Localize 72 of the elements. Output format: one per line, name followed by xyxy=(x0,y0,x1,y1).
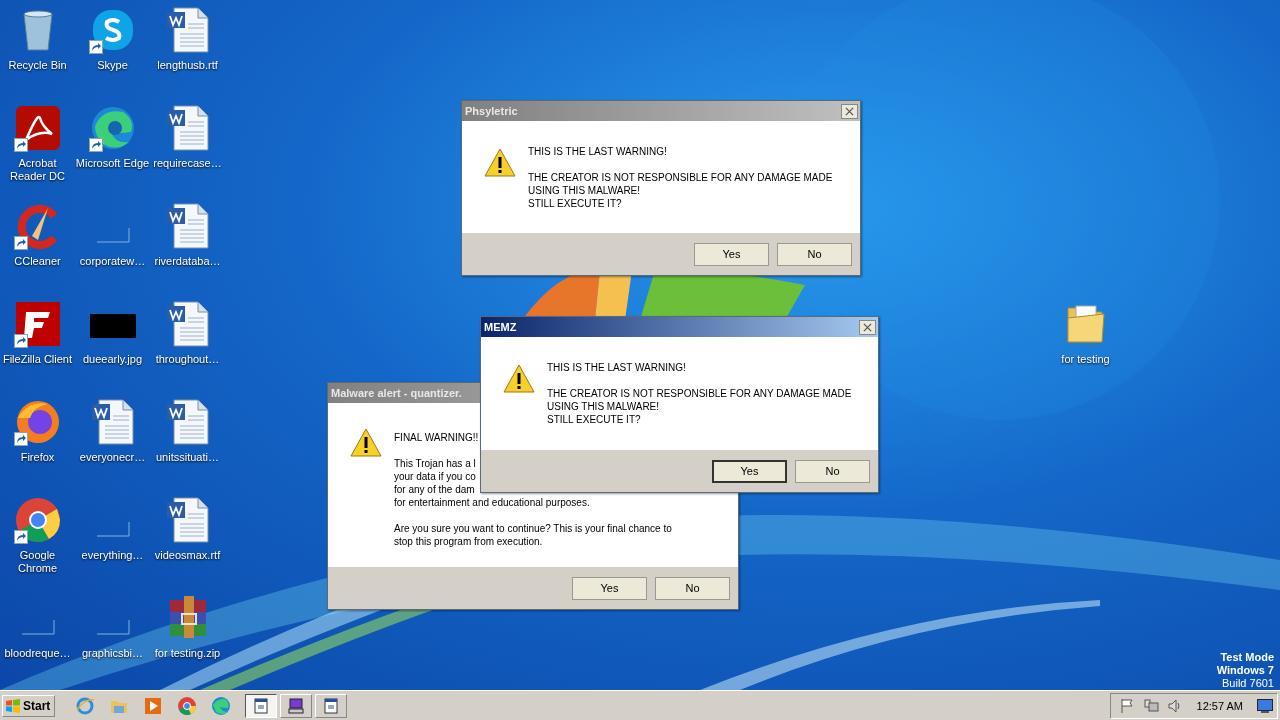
message-text: for entertainment and educational purposes. xyxy=(394,496,590,509)
os-build-text: Build 7601 xyxy=(1222,677,1274,690)
app-icon[interactable] xyxy=(13,300,62,348)
message-text: THIS IS THE LAST WARNING! xyxy=(547,361,686,374)
icon-label[interactable]: FileZilla Client xyxy=(0,353,75,366)
icon-label[interactable]: lengthusb.rtf xyxy=(150,59,225,72)
close-button[interactable] xyxy=(841,103,858,119)
task-button[interactable] xyxy=(245,693,278,718)
dialog-button[interactable]: No xyxy=(795,459,870,483)
icon-label[interactable]: Recycle Bin xyxy=(0,59,75,72)
icon-label[interactable]: everything… xyxy=(75,549,150,562)
pdf-app-icon[interactable] xyxy=(13,104,62,152)
message-text: your data if you co xyxy=(394,470,476,483)
message-text: THE CREATOR IS NOT RESPONSIBLE FOR ANY DAMAGE MADE xyxy=(547,387,852,400)
close-button[interactable] xyxy=(859,319,876,335)
message-text: STILL EXECUTE IT? xyxy=(528,197,622,210)
message-text: FINAL WARNING!! xyxy=(394,431,479,444)
os-build-text: Windows 7 xyxy=(1216,664,1274,677)
icon-label[interactable]: dueearly.jpg xyxy=(75,353,150,366)
show-desktop-icon[interactable] xyxy=(1257,698,1273,713)
icon-label[interactable]: for testing.zip xyxy=(150,647,225,660)
icon-label[interactable]: Skype xyxy=(75,59,150,72)
icon-label[interactable]: Firefox xyxy=(0,451,75,464)
message-text: THIS IS THE LAST WARNING! xyxy=(528,145,667,158)
icon-label[interactable]: unitssituati… xyxy=(150,451,225,464)
dialog-button[interactable]: No xyxy=(777,242,852,266)
icon-label[interactable]: for testing xyxy=(1048,353,1123,366)
dialog-button[interactable]: Yes xyxy=(572,576,647,600)
browser-icon[interactable] xyxy=(177,695,198,716)
close-icon xyxy=(863,322,872,332)
window-title: Malware alert - quantizer. xyxy=(331,387,462,399)
message-text: USING THIS MALWARE! xyxy=(528,184,641,197)
window-title: Phsyletric xyxy=(465,105,518,117)
icon-label[interactable]: bloodreque… xyxy=(0,647,75,660)
dialog-button[interactable]: Yes xyxy=(694,242,769,266)
icon-label[interactable]: throughout… xyxy=(150,353,225,366)
icon-label[interactable]: requirecase… xyxy=(150,157,225,170)
network-icon[interactable] xyxy=(1142,697,1159,714)
warning-icon xyxy=(484,147,516,179)
icon-label[interactable]: videosmax.rtf xyxy=(150,549,225,562)
computer-icon xyxy=(288,697,305,714)
icon-label[interactable]: Acrobat Reader DC xyxy=(0,157,75,183)
close-icon xyxy=(845,106,854,116)
message-text: STILL EXECUTE IT? xyxy=(547,413,641,426)
icon-label[interactable]: graphicsbi… xyxy=(75,647,150,660)
windows-logo-icon xyxy=(5,697,21,714)
message-text: USING THIS MALWARE! xyxy=(547,400,660,413)
message-text: for any of the dam xyxy=(394,483,475,496)
icon-label[interactable]: Google Chrome xyxy=(0,549,75,575)
icon-label[interactable]: corporatew… xyxy=(75,255,150,268)
message-text: Are you sure you want to continue? This is your final chance to xyxy=(394,522,672,535)
os-build-text: Test Mode xyxy=(1220,651,1274,664)
start-button[interactable]: Start xyxy=(2,694,56,717)
window-icon xyxy=(253,697,270,714)
icon-label[interactable]: riverdataba… xyxy=(150,255,225,268)
dialog-button[interactable]: Yes xyxy=(712,459,787,483)
window-title: MEMZ xyxy=(484,321,517,333)
window-icon xyxy=(323,697,340,714)
browser-icon[interactable] xyxy=(13,496,62,544)
dialog-button[interactable]: No xyxy=(655,576,730,600)
warning-icon xyxy=(503,363,535,395)
message-text: stop this program from execution. xyxy=(394,535,543,548)
flag-icon[interactable] xyxy=(1118,697,1135,714)
icon-label[interactable]: everyonecr… xyxy=(75,451,150,464)
play-icon[interactable] xyxy=(143,695,164,716)
clock-text: 12:57 AM xyxy=(1196,699,1243,712)
warning-icon xyxy=(350,427,382,459)
message-text: This Trojan has a l xyxy=(394,457,476,470)
message-text: THE CREATOR IS NOT RESPONSIBLE FOR ANY DAMAGE MADE xyxy=(528,171,833,184)
icon-label[interactable]: Microsoft Edge xyxy=(75,157,150,170)
icon-label[interactable]: CCleaner xyxy=(0,255,75,268)
volume-icon[interactable] xyxy=(1166,697,1183,714)
